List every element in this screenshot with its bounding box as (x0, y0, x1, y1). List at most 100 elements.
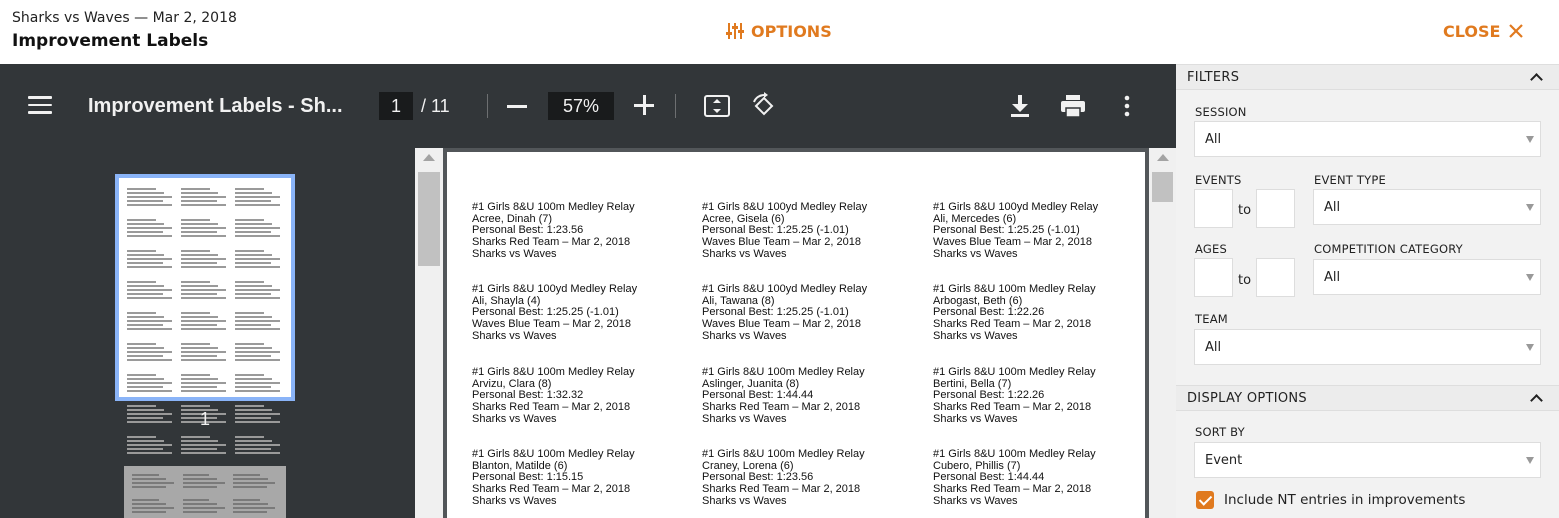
sort-by-select[interactable]: Event (1194, 442, 1541, 478)
ages-to-input[interactable] (1256, 258, 1295, 297)
label-line: Sharks vs Waves (472, 412, 557, 425)
improvement-label: #1 Girls 8&U 100yd Medley Relay Ali, Tawa… (702, 283, 927, 343)
label-line: #1 Girls 8&U 100m Medley Relay (702, 366, 865, 378)
close-label: CLOSE (1443, 21, 1501, 41)
thumbnail-mini-label (127, 405, 175, 425)
thumbnail-mini-label (127, 436, 175, 456)
label-line: #1 Girls 8&U 100m Medley Relay (933, 448, 1096, 460)
options-label: OPTIONS (751, 21, 832, 41)
label-line: Sharks vs Waves (702, 412, 787, 425)
toolbar-divider (487, 94, 488, 118)
caret-down-icon (1526, 274, 1534, 281)
thumbnail-mini-label (181, 374, 229, 394)
print-icon[interactable] (1059, 93, 1087, 119)
team-select[interactable]: All (1194, 329, 1541, 365)
meet-title: Sharks vs Waves — Mar 2, 2018 (12, 10, 237, 26)
sort-by-value: Event (1205, 453, 1243, 468)
include-nt-label[interactable]: Include NT entries in improvements (1224, 492, 1465, 508)
thumbnail-mini-label (181, 281, 229, 301)
thumbnail-mini-label (127, 281, 175, 301)
thumbnail-sidebar: 1 (0, 148, 415, 518)
improvement-label: #1 Girls 8&U 100m Medley Relay Craney, Lo… (702, 448, 927, 508)
document-name: Improvement Labels - Sh... (88, 95, 343, 117)
thumbnail-mini-label (235, 281, 283, 301)
improvement-label: #1 Girls 8&U 100m Medley Relay Arvizu, Cl… (472, 366, 697, 426)
session-value: All (1205, 132, 1222, 147)
team-label: TEAM (1195, 312, 1228, 326)
improvement-label: #1 Girls 8&U 100m Medley Relay Bertini, B… (933, 366, 1158, 426)
label-line: #1 Girls 8&U 100yd Medley Relay (702, 201, 868, 213)
download-icon[interactable] (1008, 93, 1032, 119)
label-line: Sharks vs Waves (702, 247, 787, 260)
improvement-label: #1 Girls 8&U 100yd Medley Relay Ali, Shay… (472, 283, 697, 343)
zoom-level-input[interactable]: 57% (548, 92, 614, 120)
page-scrollbar[interactable] (1149, 148, 1176, 518)
display-options-section-header[interactable]: DISPLAY OPTIONS (1176, 385, 1559, 411)
page-total: / 11 (421, 96, 450, 116)
event-type-select[interactable]: All (1313, 189, 1541, 225)
competition-category-select[interactable]: All (1313, 259, 1541, 295)
top-bar: Sharks vs Waves — Mar 2, 2018 Improvemen… (0, 0, 1559, 64)
thumbnail-mini-label (182, 499, 228, 518)
label-line: #1 Girls 8&U 100yd Medley Relay (702, 283, 868, 295)
thumbnail-mini-label (182, 474, 228, 493)
label-line: #1 Girls 8&U 100yd Medley Relay (933, 201, 1099, 213)
improvement-label: #1 Girls 8&U 100m Medley Relay Aslinger, … (702, 366, 927, 426)
event-type-label: EVENT TYPE (1314, 173, 1386, 187)
caret-down-icon (1526, 344, 1534, 351)
label-line: Sharks vs Waves (702, 494, 787, 507)
zoom-in-icon[interactable] (634, 95, 654, 115)
thumbnail-scrollbar[interactable] (415, 148, 443, 518)
include-nt-checkbox[interactable] (1196, 491, 1214, 509)
rotate-icon[interactable] (750, 92, 778, 120)
label-line: Sharks vs Waves (702, 329, 787, 342)
filters-section-header[interactable]: FILTERS (1176, 64, 1559, 90)
thumbnail-mini-label (235, 436, 283, 456)
chevron-up-icon[interactable] (1530, 73, 1543, 86)
events-to-label: to (1238, 203, 1252, 218)
thumbnail-mini-label (127, 374, 175, 394)
page-number-input[interactable]: 1 (379, 92, 413, 120)
pdf-viewer: Improvement Labels - Sh... 1 / 11 57% 1 … (0, 64, 1176, 518)
label-line: Sharks vs Waves (933, 412, 1018, 425)
more-vert-icon[interactable] (1120, 94, 1134, 118)
label-line: Sharks vs Waves (933, 329, 1018, 342)
thumbnail-mini-label (233, 474, 278, 493)
thumbnail-mini-label (235, 405, 283, 425)
sort-by-label: SORT BY (1195, 425, 1245, 439)
page-title: Improvement Labels (12, 31, 209, 51)
events-from-input[interactable] (1194, 189, 1233, 228)
page-thumbnail-selected[interactable] (115, 174, 295, 454)
fit-page-icon[interactable] (703, 94, 731, 118)
menu-icon[interactable] (28, 96, 52, 114)
events-label: EVENTS (1195, 173, 1242, 187)
thumbnail-mini-label (127, 219, 175, 239)
label-line: #1 Girls 8&U 100m Medley Relay (472, 201, 635, 213)
label-line: Sharks vs Waves (472, 329, 557, 342)
thumbnail-mini-label (235, 219, 283, 239)
ages-from-input[interactable] (1194, 258, 1233, 297)
filters-title: FILTERS (1187, 70, 1240, 85)
improvement-label: #1 Girls 8&U 100m Medley Relay Blanton, M… (472, 448, 697, 508)
label-line: Sharks vs Waves (933, 494, 1018, 507)
label-line: #1 Girls 8&U 100m Medley Relay (933, 366, 1096, 378)
caret-down-icon (1526, 136, 1534, 143)
page-thumbnail[interactable] (124, 466, 286, 518)
thumbnail-page (119, 178, 291, 454)
session-select[interactable]: All (1194, 121, 1541, 157)
events-to-input[interactable] (1256, 189, 1295, 228)
label-line: Sharks vs Waves (933, 247, 1018, 260)
close-button[interactable]: CLOSE (1443, 20, 1524, 42)
thumbnail-mini-label (235, 188, 283, 208)
label-line: Sharks vs Waves (472, 247, 557, 260)
ages-to-label: to (1238, 273, 1252, 288)
zoom-out-icon[interactable] (507, 105, 527, 108)
team-value: All (1205, 340, 1222, 355)
thumbnail-mini-label (127, 343, 175, 363)
filters-panel: FILTERS SESSION All EVENTS to EVENT TYPE… (1176, 64, 1559, 518)
improvement-label: #1 Girls 8&U 100m Medley Relay Acree, Din… (472, 201, 697, 261)
chevron-up-icon[interactable] (1530, 394, 1543, 407)
label-line: #1 Girls 8&U 100m Medley Relay (472, 448, 635, 460)
improvement-label: #1 Girls 8&U 100m Medley Relay Cubero, Ph… (933, 448, 1158, 508)
options-button[interactable]: OPTIONS (725, 20, 832, 42)
